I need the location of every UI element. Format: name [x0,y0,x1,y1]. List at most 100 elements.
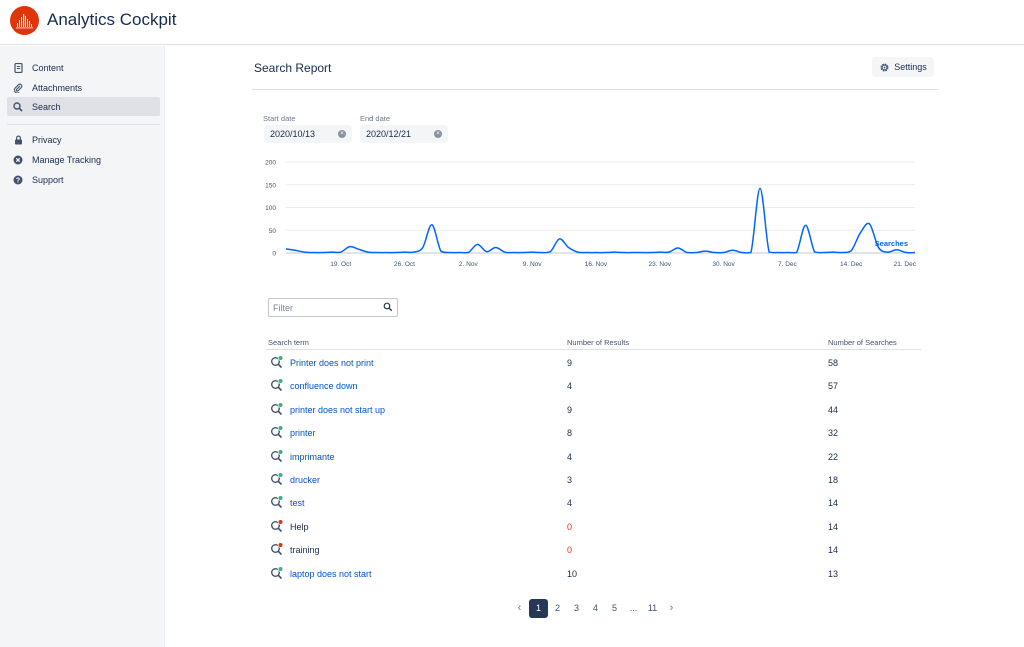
search-term[interactable]: drucker [290,475,320,485]
sidebar-divider [7,124,160,125]
chart-series-label: Searches [875,239,908,248]
search-found-icon [271,565,284,579]
settings-button[interactable]: Settings [872,57,934,77]
search-term[interactable]: laptop does not start [290,569,372,579]
table-row: training 0 14 [266,538,921,561]
search-term[interactable]: imprimante [290,452,335,462]
chart-y-tick-label: 200 [265,160,276,167]
sidebar-item-label: Content [32,62,64,73]
filter-box [268,298,398,317]
chart-grid [286,161,915,254]
number-of-searches: 22 [828,451,839,462]
filter-input[interactable] [269,299,379,316]
pagination-page-3[interactable]: 3 [567,599,586,618]
search-icon [13,101,23,112]
pagination-next-button[interactable]: › [662,599,681,618]
number-of-searches: 18 [828,475,839,485]
sidebar-item-attachments[interactable]: Attachments [7,78,160,97]
sidebar-item-manage-tracking[interactable]: Manage Tracking [7,150,160,169]
chart-x-tick-label: 16. Nov [585,261,608,268]
sidebar-item-content[interactable]: Content [7,58,160,77]
table-row: printer 8 32 [266,421,921,444]
svg-text:?: ? [16,177,20,184]
question-circle-icon: ? [13,175,23,185]
number-of-searches: 14 [828,521,839,532]
pagination-page-4[interactable]: 4 [586,599,605,618]
document-icon [13,62,23,73]
top-bar: Analytics Cockpit [0,0,1024,45]
search-term[interactable]: printer does not start up [290,405,385,415]
number-of-results: 0 [567,545,573,556]
pagination-page-11[interactable]: 11 [643,599,662,618]
end-date-field[interactable]: 2020/12/21 × [360,125,448,143]
search-found-icon [271,355,284,369]
chart-series-line [285,187,916,254]
number-of-results: 10 [567,568,578,579]
clear-end-date-icon[interactable]: × [434,130,442,138]
search-found-icon [271,495,284,509]
search-icon[interactable] [383,302,393,312]
chart-x-tick-label: 23. Nov [649,261,672,268]
cross-circle-icon [13,155,23,165]
search-found-icon [271,472,284,486]
search-term[interactable]: confluence down [290,381,358,391]
number-of-results: 8 [567,428,573,439]
number-of-searches: 58 [828,358,839,368]
sidebar: Content Attachments Search Privacy Manag… [0,46,165,647]
search-found-icon [271,448,284,462]
number-of-results: 3 [567,475,573,485]
column-header-number-of-searches[interactable]: Number of Searches [828,338,897,347]
pagination-page-1[interactable]: 1 [529,598,548,618]
chart-y-tick-label: 150 [265,182,276,189]
end-date-label: End date [360,114,391,123]
header-divider [252,89,938,90]
chart-x-tick-label: 2. Nov [459,261,479,268]
chart-x-tick-label: 14. Dec [840,261,863,268]
search-not-found-icon [271,542,284,556]
sidebar-item-label: Attachments [32,82,83,93]
chart-y-tick-label: 50 [269,228,277,235]
table-row: Help 0 14 [266,515,921,538]
search-term[interactable]: test [290,498,305,508]
search-term[interactable]: Printer does not print [290,358,374,368]
chart-x-ticks: 19. Oct 26. Oct 2. Nov 9. Nov 16. Nov 23. Nov… [330,261,917,268]
number-of-searches: 32 [828,428,839,439]
pagination-page-5[interactable]: 5 [605,599,624,618]
column-header-search-term[interactable]: Search term [268,338,309,347]
pagination-ellipsis: ... [629,603,638,613]
sidebar-item-label: Support [32,174,64,185]
search-found-icon [271,401,284,415]
search-not-found-icon [271,518,284,532]
settings-button-label: Settings [894,62,927,72]
number-of-results: 4 [567,498,573,509]
table-row: imprimante 4 22 [266,445,921,468]
number-of-searches: 44 [828,404,839,415]
sidebar-item-search[interactable]: Search [7,97,160,116]
chart-x-tick-label: 26. Oct [394,261,415,268]
table-row: confluence down 4 57 [266,374,921,397]
gear-icon [880,62,889,72]
analytics-cockpit-logo-icon[interactable] [10,6,39,35]
searches-line-chart: 200150100500 19. Oct 26. Oct 2. Nov 9. Nov 1… [265,160,917,269]
start-date-value: 2020/10/13 [270,129,316,139]
table-row: drucker 3 18 [266,468,921,491]
search-found-icon [271,425,284,439]
clear-start-date-icon[interactable]: × [338,130,346,138]
sidebar-item-privacy[interactable]: Privacy [7,130,160,149]
table-row: test 4 14 [266,491,921,514]
pagination-prev-button[interactable]: ‹ [510,599,529,618]
chart-x-tick-label: 9. Nov [523,261,543,268]
number-of-searches: 57 [828,381,839,392]
start-date-field[interactable]: 2020/10/13 × [264,125,352,143]
table-row: Printer does not print 9 58 [266,351,921,374]
pagination-page-2[interactable]: 2 [548,599,567,618]
search-term[interactable]: printer [290,428,316,438]
sidebar-item-support[interactable]: ? Support [7,170,160,189]
column-header-number-of-results[interactable]: Number of Results [567,338,629,347]
table-row: laptop does not start 10 13 [266,562,921,585]
table-header-divider [266,349,921,350]
end-date-value: 2020/12/21 [366,129,412,139]
search-term: Help [290,521,309,532]
sidebar-item-label: Search [32,101,61,112]
sidebar-item-label: Manage Tracking [32,154,102,165]
